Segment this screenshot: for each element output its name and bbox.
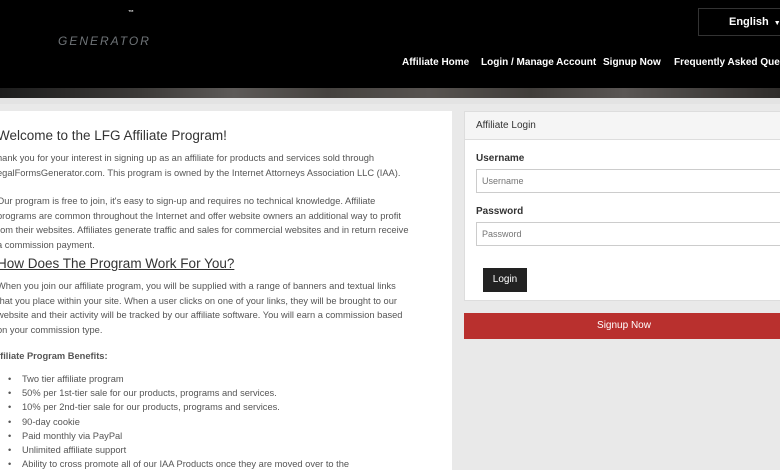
how-line: When you join our affiliate program, you… (0, 281, 396, 291)
benefits-title: ffiliate Program Benefits: (0, 351, 108, 361)
nav-faq[interactable]: Frequently Asked Questions (674, 57, 780, 68)
program-line: a commission payment. (0, 239, 95, 250)
password-input[interactable] (476, 222, 780, 246)
language-label: English (729, 16, 769, 28)
how-it-works-title: How Does The Program Work For You? (0, 256, 235, 271)
list-item: Two tier affiliate program (8, 372, 349, 386)
welcome-title: Welcome to the LFG Affiliate Program! (0, 128, 227, 143)
signup-now-button[interactable]: Signup Now (464, 313, 780, 339)
hero-banner-strip (0, 88, 780, 98)
list-item: 90-day cookie (8, 415, 349, 429)
login-button[interactable]: Login (483, 268, 527, 292)
trademark-mark: ™ (128, 10, 134, 16)
list-item: Paid monthly via PayPal (8, 429, 349, 443)
language-dropdown[interactable]: English ▼ (698, 8, 780, 36)
intro-paragraph: hank you for your interest in signing up… (0, 151, 400, 180)
main-content: Welcome to the LFG Affiliate Program! ha… (0, 111, 452, 470)
caret-down-icon: ▼ (773, 20, 780, 27)
nav-affiliate-home[interactable]: Affiliate Home (402, 57, 469, 68)
password-label: Password (476, 206, 524, 217)
panel-title: Affiliate Login (465, 112, 780, 140)
list-item: 50% per 1st-tier sale for our products, … (8, 386, 349, 400)
username-label: Username (476, 153, 525, 164)
how-line: that you place within your site. When a … (0, 295, 397, 306)
list-item: 10% per 2nd-tier sale for our products, … (8, 400, 349, 414)
intro-line: egalFormsGenerator.com. This program is … (0, 167, 401, 178)
program-line: rom their websites. Affiliates generate … (0, 225, 409, 236)
nav-signup-now[interactable]: Signup Now (603, 57, 661, 68)
how-line: website and their activity will be track… (0, 310, 403, 321)
site-header: ™ GENERATOR English ▼ Affiliate Home Logi… (0, 0, 780, 88)
program-line: programs are common throughout the Inter… (0, 210, 401, 221)
how-paragraph: When you join our affiliate program, you… (0, 279, 402, 337)
username-input[interactable] (476, 169, 780, 193)
list-item: Ability to cross promote all of our IAA … (8, 457, 349, 470)
benefits-list: Two tier affiliate program 50% per 1st-t… (8, 372, 349, 470)
nav-login-manage-account[interactable]: Login / Manage Account (481, 57, 596, 68)
intro-line: hank you for your interest in signing up… (0, 153, 375, 163)
program-paragraph: Our program is free to join, it's easy t… (0, 194, 409, 252)
site-logo[interactable]: GENERATOR (58, 34, 151, 48)
section-divider (0, 98, 780, 104)
affiliate-login-panel: Affiliate Login Username Password Login (464, 111, 780, 301)
list-item: Unlimited affiliate support (8, 443, 349, 457)
program-line: Our program is free to join, it's easy t… (0, 196, 376, 206)
how-line: on your commission type. (0, 324, 103, 335)
